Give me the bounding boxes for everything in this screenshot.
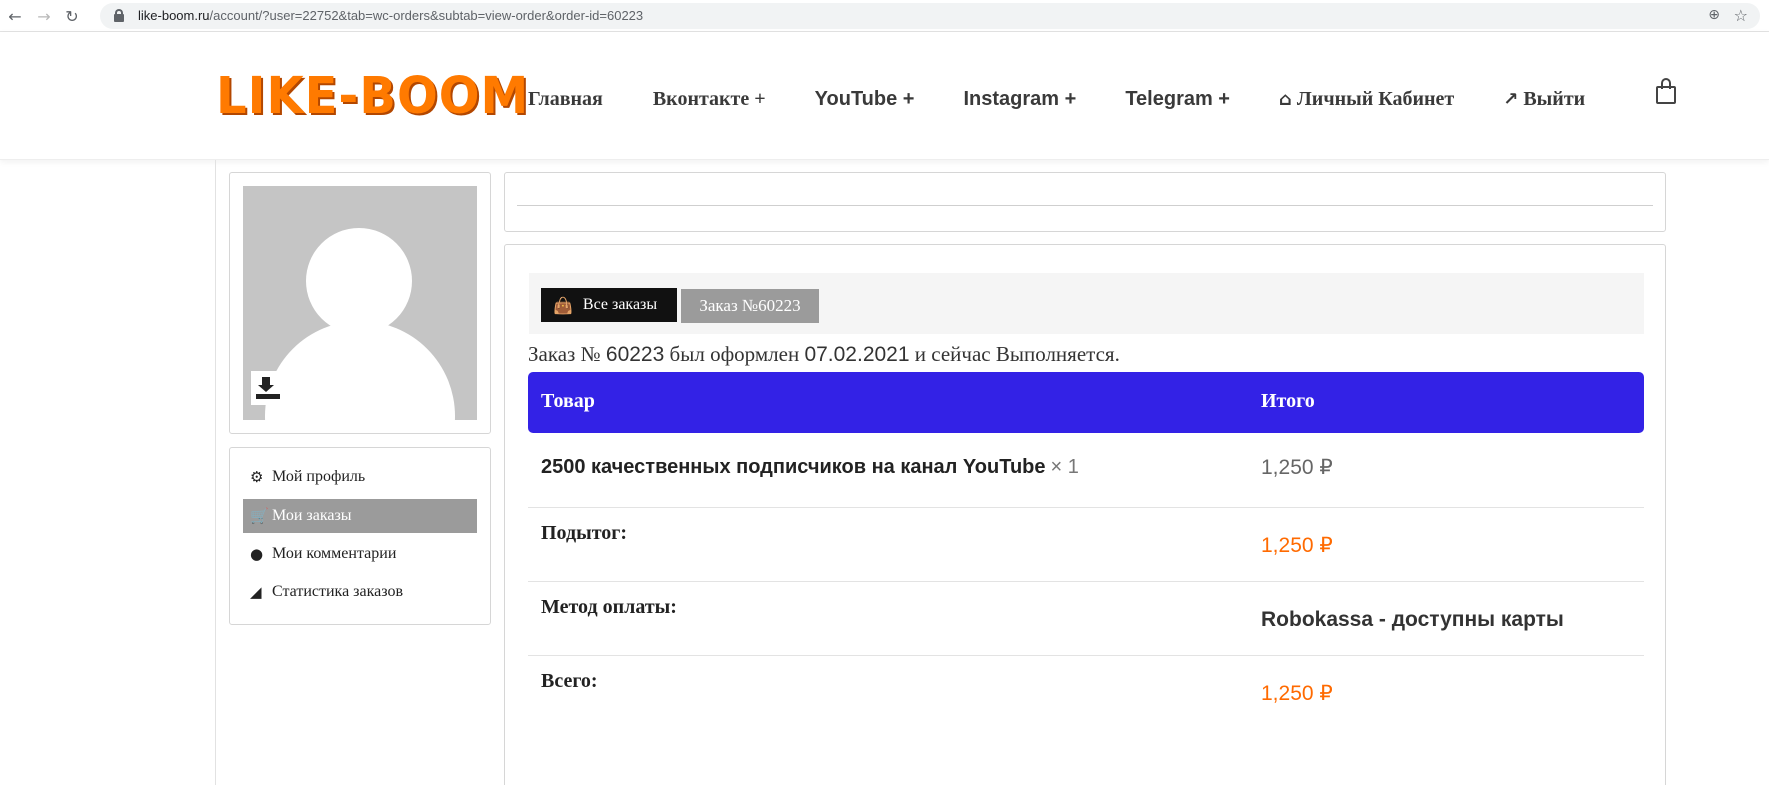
menu-item-vkontakte[interactable]: Вконтакте + bbox=[653, 88, 766, 111]
avatar-card bbox=[229, 172, 491, 434]
payment-method-value: Robokassa - доступны карты bbox=[1261, 608, 1564, 631]
back-arrow-icon[interactable]: ← bbox=[4, 5, 26, 27]
account-menu: ⚙ Мой профиль 🛒 Мои заказы ● Мои комментари… bbox=[229, 447, 491, 625]
breadcrumb: 👜 Все заказы Заказ №60223 bbox=[529, 273, 1644, 334]
site-header: LIKE-BOOM Главная Вконтакте + YouTube + … bbox=[0, 32, 1769, 160]
menu-item-home[interactable]: Главная bbox=[528, 88, 603, 111]
menu-item-youtube[interactable]: YouTube + bbox=[815, 88, 915, 111]
order-table-header: Товар Итого bbox=[528, 372, 1644, 433]
column-total: Итого bbox=[1261, 390, 1315, 412]
table-row: Всего: 1,250 ₽ bbox=[528, 656, 1644, 730]
menu-item-account[interactable]: ⌂ Личный Кабинет bbox=[1279, 88, 1454, 111]
all-orders-button[interactable]: 👜 Все заказы bbox=[541, 288, 677, 322]
comment-icon: ● bbox=[250, 545, 264, 563]
table-row: Подытог: 1,250 ₽ bbox=[528, 508, 1644, 582]
url-text[interactable]: like-boom.ru/account/?user=22752&tab=wc-… bbox=[138, 8, 643, 23]
subtotal-label: Подытог: bbox=[541, 522, 628, 544]
shopping-bag-icon[interactable] bbox=[1655, 78, 1677, 104]
home-icon: ⌂ bbox=[1279, 88, 1292, 110]
menu-item-logout[interactable]: ↗ Выйти bbox=[1503, 88, 1585, 111]
external-link-icon: ↗ bbox=[1503, 88, 1519, 110]
sidebar-item-orders[interactable]: 🛒 Мои заказы bbox=[243, 499, 477, 533]
reload-icon[interactable]: ↻ bbox=[61, 5, 83, 27]
product-total: 1,250 ₽ bbox=[1261, 456, 1333, 479]
menu-item-instagram[interactable]: Instagram + bbox=[963, 88, 1076, 111]
address-bar[interactable]: like-boom.ru/account/?user=22752&tab=wc-… bbox=[100, 3, 1760, 29]
column-product: Товар bbox=[541, 390, 595, 412]
forward-arrow-icon[interactable]: → bbox=[33, 5, 55, 27]
product-name[interactable]: 2500 качественных подписчиков на канал Y… bbox=[541, 456, 1079, 479]
bookmark-star-icon[interactable]: ☆ bbox=[1734, 6, 1748, 25]
site-logo[interactable]: LIKE-BOOM bbox=[216, 65, 529, 128]
browser-toolbar: ← → ↻ like-boom.ru/account/?user=22752&t… bbox=[0, 0, 1769, 32]
main-menu: Главная Вконтакте + YouTube + Instagram … bbox=[528, 84, 1585, 114]
subtotal-value: 1,250 ₽ bbox=[1261, 534, 1333, 557]
lock-icon bbox=[114, 9, 124, 22]
sidebar-item-statistics[interactable]: ◢ Статистика заказов bbox=[243, 575, 477, 609]
shopping-bag-icon: 👜 bbox=[553, 295, 573, 315]
top-panel bbox=[504, 172, 1666, 232]
sidebar-item-comments[interactable]: ● Мои комментарии bbox=[243, 537, 477, 571]
avatar bbox=[243, 186, 477, 420]
divider bbox=[517, 205, 1653, 206]
order-panel: 👜 Все заказы Заказ №60223 Заказ № 60223 б… bbox=[504, 244, 1666, 785]
menu-item-telegram[interactable]: Telegram + bbox=[1125, 88, 1230, 111]
upload-avatar-icon[interactable] bbox=[251, 371, 285, 405]
table-row: Метод оплаты: Robokassa - доступны карты bbox=[528, 582, 1644, 656]
total-value: 1,250 ₽ bbox=[1261, 682, 1333, 705]
sidebar-item-profile[interactable]: ⚙ Мой профиль bbox=[243, 460, 477, 494]
table-row: 2500 качественных подписчиков на канал Y… bbox=[528, 433, 1644, 508]
payment-method-label: Метод оплаты: bbox=[541, 596, 677, 618]
gear-icon: ⚙ bbox=[250, 468, 264, 486]
current-order-crumb: Заказ №60223 bbox=[681, 289, 819, 323]
zoom-icon[interactable]: ⊕ bbox=[1708, 7, 1720, 23]
total-label: Всего: bbox=[541, 670, 598, 692]
cart-icon: 🛒 bbox=[250, 507, 269, 525]
area-chart-icon: ◢ bbox=[250, 583, 262, 601]
order-status-note: Заказ № 60223 был оформлен 07.02.2021 и … bbox=[528, 342, 1120, 366]
